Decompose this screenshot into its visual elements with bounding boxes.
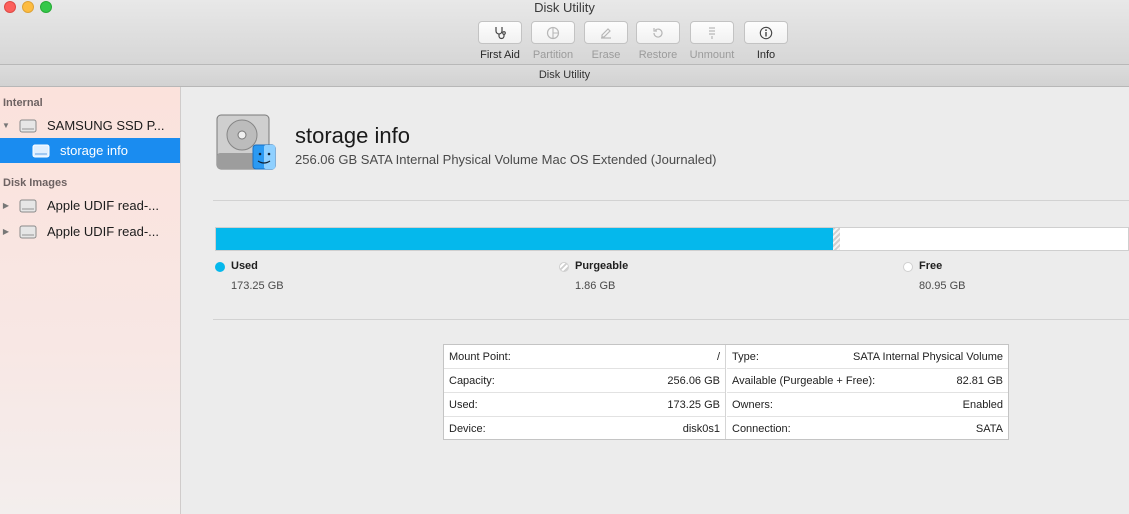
usage-bar-purgeable xyxy=(833,228,840,250)
info-value: SATA xyxy=(975,423,1003,435)
info-row-mount-point: Mount Point: / xyxy=(444,345,725,369)
unmount-label: Unmount xyxy=(689,49,735,61)
info-button[interactable] xyxy=(744,21,788,44)
eraser-pencil-icon xyxy=(601,27,611,39)
erase-tool[interactable]: Erase xyxy=(578,21,634,61)
info-key: Connection: xyxy=(732,423,791,435)
main-panel: storage info 256.06 GB SATA Internal Phy… xyxy=(182,88,1129,514)
unmount-icon xyxy=(709,26,715,39)
disclosure-collapsed-icon[interactable]: ▶ xyxy=(0,227,12,236)
legend-purgeable-value: 1.86 GB xyxy=(575,280,616,292)
info-key: Available (Purgeable + Free): xyxy=(732,374,876,387)
sidebar-item-udif-2[interactable]: ▶ Apple UDIF read-... xyxy=(0,219,180,244)
used-dot-icon xyxy=(215,262,225,272)
legend-used-label: Used xyxy=(231,260,258,272)
restore-label: Restore xyxy=(638,49,678,61)
info-row-type: Type: SATA Internal Physical Volume xyxy=(727,345,1008,369)
info-row-device: Device: disk0s1 xyxy=(444,417,725,441)
divider xyxy=(213,319,1129,320)
sidebar-section-internal: Internal xyxy=(3,97,43,109)
sidebar-item-samsung-ssd[interactable]: ▼ SAMSUNG SSD P... xyxy=(0,113,180,138)
stethoscope-icon xyxy=(495,26,506,39)
sidebar: Internal ▼ SAMSUNG SSD P... storage info… xyxy=(0,87,181,514)
restore-button[interactable] xyxy=(636,21,680,44)
first-aid-tool[interactable]: First Aid xyxy=(472,21,528,61)
info-row-owners: Owners: Enabled xyxy=(727,393,1008,417)
sidebar-item-label: Apple UDIF read-... xyxy=(47,198,159,213)
info-value: 173.25 GB xyxy=(667,398,720,411)
info-table: Mount Point: / Capacity: 256.06 GB Used: 17… xyxy=(443,344,1009,440)
hard-drive-finder-icon xyxy=(216,114,276,170)
title-bar: Disk Utility First Aid Partition Erase R… xyxy=(0,0,1129,65)
info-value: SATA Internal Physical Volume xyxy=(853,350,1003,363)
unmount-tool[interactable]: Unmount xyxy=(684,21,740,61)
erase-button[interactable] xyxy=(584,21,628,44)
info-value: 256.06 GB xyxy=(667,374,720,387)
partition-button[interactable] xyxy=(531,21,575,44)
disclosure-expanded-icon[interactable]: ▼ xyxy=(0,121,12,130)
tab-bar: Disk Utility xyxy=(0,65,1129,87)
volume-description: 256.06 GB SATA Internal Physical Volume … xyxy=(295,152,717,167)
disk-image-icon xyxy=(19,199,37,212)
legend-purgeable-label: Purgeable xyxy=(575,260,629,272)
divider xyxy=(213,200,1129,201)
disk-image-icon xyxy=(19,225,37,238)
restore-arrow-icon xyxy=(653,27,663,38)
tab-title: Disk Utility xyxy=(538,69,591,81)
info-column-left: Mount Point: / Capacity: 256.06 GB Used: 17… xyxy=(444,345,726,439)
first-aid-label: First Aid xyxy=(480,49,520,61)
restore-tool[interactable]: Restore xyxy=(630,21,686,61)
legend-free-label: Free xyxy=(919,260,943,272)
window-title: Disk Utility xyxy=(534,0,595,15)
pie-partition-icon xyxy=(546,26,560,39)
sidebar-item-label: Apple UDIF read-... xyxy=(47,224,159,239)
sidebar-item-label: SAMSUNG SSD P... xyxy=(47,118,165,133)
sidebar-item-storage-info[interactable]: storage info xyxy=(0,138,180,163)
unmount-button[interactable] xyxy=(690,21,734,44)
info-value: / xyxy=(716,350,720,363)
info-value: 82.81 GB xyxy=(956,374,1003,387)
info-key: Device: xyxy=(449,423,486,435)
info-column-right: Type: SATA Internal Physical Volume Avail… xyxy=(727,345,1008,439)
purgeable-dot-icon xyxy=(559,262,569,272)
free-dot-icon xyxy=(903,262,913,272)
legend-used-value: 173.25 GB xyxy=(231,280,284,292)
info-key: Mount Point: xyxy=(449,350,511,363)
legend-free-value: 80.95 GB xyxy=(919,280,966,292)
info-tool[interactable]: Info xyxy=(738,21,794,61)
partition-label: Partition xyxy=(532,49,574,61)
volume-title: storage info xyxy=(295,123,410,148)
sidebar-section-disk-images: Disk Images xyxy=(3,177,68,189)
info-label: Info xyxy=(756,49,776,61)
info-row-available: Available (Purgeable + Free): 82.81 GB xyxy=(727,369,1008,393)
sidebar-item-label: storage info xyxy=(60,143,128,158)
internal-drive-icon xyxy=(19,119,37,132)
volume-drive-icon xyxy=(32,144,50,157)
info-key: Owners: xyxy=(732,398,773,411)
sidebar-item-udif-1[interactable]: ▶ Apple UDIF read-... xyxy=(0,193,180,218)
info-value: Enabled xyxy=(962,398,1003,411)
info-key: Type: xyxy=(732,350,759,363)
erase-label: Erase xyxy=(591,49,621,61)
info-row-used: Used: 173.25 GB xyxy=(444,393,725,417)
info-row-capacity: Capacity: 256.06 GB xyxy=(444,369,725,393)
first-aid-button[interactable] xyxy=(478,21,522,44)
info-row-connection: Connection: SATA xyxy=(727,417,1008,441)
info-icon xyxy=(759,26,773,39)
info-key: Capacity: xyxy=(449,374,495,387)
disclosure-collapsed-icon[interactable]: ▶ xyxy=(0,201,12,210)
info-key: Used: xyxy=(449,398,478,411)
partition-tool[interactable]: Partition xyxy=(525,21,581,61)
usage-bar-used xyxy=(216,228,834,250)
info-value: disk0s1 xyxy=(682,423,720,435)
usage-bar xyxy=(215,227,1129,251)
